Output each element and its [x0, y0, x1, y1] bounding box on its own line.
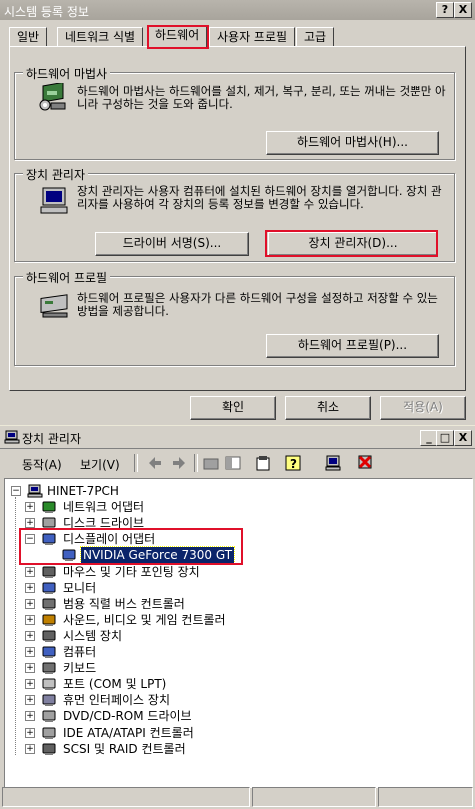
tree-item-label: 포트 (COM 및 LPT) [63, 677, 167, 692]
monitor-icon [41, 581, 57, 595]
computer-icon [27, 484, 43, 498]
tab-advanced[interactable]: 고급 [296, 27, 335, 47]
dvd-icon [41, 709, 57, 723]
tree-item-label: 키보드 [63, 661, 97, 676]
back-arrow-icon[interactable] [146, 454, 164, 472]
expand-toggle[interactable]: + [25, 647, 35, 657]
expand-toggle[interactable]: + [25, 679, 35, 690]
hardware-profile-button[interactable]: 하드웨어 프로필(P)... [266, 334, 439, 358]
properties-icon[interactable] [254, 454, 272, 472]
title-bar: 시스템 등록 정보 ? X [0, 0, 475, 20]
expand-toggle[interactable]: + [25, 566, 35, 577]
group-label: 하드웨어 프로필 [23, 269, 111, 286]
port-icon [41, 677, 57, 691]
expand-toggle[interactable]: + [25, 711, 35, 722]
tree-root-label: HINET-7PCH [47, 484, 119, 498]
expand-toggle[interactable]: + [25, 598, 35, 609]
profile-description: 하드웨어 프로필은 사용자가 다른 하드웨어 구성을 설정하고 저장할 수 있는… [77, 291, 438, 318]
driver-signing-button[interactable]: 드라이버 서명(S)... [95, 232, 249, 256]
tab-user-profiles[interactable]: 사용자 프로필 [209, 27, 296, 47]
group-hardware-profile: 하드웨어 프로필 하드웨어 프로필은 사용자가 다른 하드웨어 구성을 설정하고… [14, 269, 455, 366]
device-manager-window: 장치 관리자 _ □ X 동작(A) 보기(V) ? − HINET-7PCH + 네… [0, 426, 475, 809]
device-tree[interactable]: − HINET-7PCH + 네트워크 어댑터 + 디스크 드라이브 − 디스플레이 어댑터 N… [4, 478, 473, 788]
status-bar-pane [378, 787, 473, 807]
tree-line [15, 497, 16, 755]
hardware-profile-icon [40, 294, 68, 318]
highlight-device-manager-button [265, 230, 438, 257]
computer-icon [41, 645, 57, 659]
toolbar-separator [134, 454, 138, 472]
tree-item-label: 마우스 및 기타 포인팅 장치 [63, 564, 200, 579]
tab-network[interactable]: 네트워크 식별 [57, 27, 144, 47]
window-title: 시스템 등록 정보 [4, 5, 89, 19]
expand-toggle[interactable]: + [25, 663, 35, 674]
mouse-icon [41, 565, 57, 579]
status-bar-pane [2, 787, 250, 807]
title-bar: 장치 관리자 _ □ X [0, 426, 475, 448]
tree-item-label: SCSI 및 RAID 컨트롤러 [63, 741, 186, 756]
expand-toggle[interactable]: + [25, 582, 35, 593]
menu-view[interactable]: 보기(V) [80, 456, 120, 473]
keyboard-icon [41, 661, 57, 675]
network-adapter-icon [41, 500, 57, 514]
expand-toggle[interactable]: + [25, 695, 35, 706]
toolbar-separator [194, 454, 198, 472]
expand-toggle[interactable]: + [25, 614, 35, 625]
device-manager-icon [4, 430, 20, 444]
tree-item-label: DVD/CD-ROM 드라이브 [63, 709, 192, 724]
highlight-display-adapter [19, 528, 243, 566]
scsi-icon [41, 742, 57, 756]
help-icon[interactable]: ? [284, 454, 302, 472]
tree-item-label: 모니터 [63, 580, 97, 595]
highlight-hardware-tab [147, 25, 209, 49]
tab-general[interactable]: 일반 [9, 27, 48, 47]
tree-item-label: 휴먼 인터페이스 장치 [63, 693, 170, 708]
show-hide-tree-icon[interactable] [224, 454, 242, 472]
uninstall-icon[interactable] [356, 454, 374, 472]
up-folder-icon[interactable] [202, 454, 220, 472]
system-device-icon [41, 629, 57, 643]
usb-icon [41, 597, 57, 611]
menu-action[interactable]: 동작(A) [22, 456, 62, 473]
ide-controller-icon [41, 726, 57, 740]
expand-toggle[interactable]: + [25, 630, 35, 641]
expand-toggle[interactable]: + [25, 502, 35, 513]
group-hardware-wizard: 하드웨어 마법사 하드웨어 마법사는 하드웨어를 설치, 제거, 복구, 분리,… [14, 65, 455, 160]
tree-item-label: IDE ATA/ATAPI 컨트롤러 [63, 725, 194, 740]
devmgr-description: 장치 관리자는 사용자 컴퓨터에 설치된 하드웨어 장치를 열거합니다. 장치 … [77, 184, 442, 211]
apply-button[interactable]: 적용(A) [380, 396, 466, 420]
ok-button[interactable]: 확인 [190, 396, 276, 420]
computer-icon [40, 187, 68, 214]
system-properties-dialog: 시스템 등록 정보 ? X 일반 네트워크 식별 하드웨어 사용자 프로필 고급… [0, 0, 475, 425]
maximize-button[interactable]: □ [436, 430, 454, 446]
status-bar-pane [252, 787, 376, 807]
close-button[interactable]: X [454, 2, 472, 18]
divider [0, 448, 475, 449]
group-label: 하드웨어 마법사 [23, 65, 111, 82]
wizard-description: 하드웨어 마법사는 하드웨어를 설치, 제거, 복구, 분리, 또는 꺼내는 것… [77, 84, 446, 111]
hardware-wizard-button[interactable]: 하드웨어 마법사(H)... [266, 131, 439, 155]
cancel-button[interactable]: 취소 [285, 396, 371, 420]
expand-toggle[interactable]: + [25, 743, 35, 754]
svg-text:?: ? [290, 457, 297, 471]
help-button[interactable]: ? [436, 2, 454, 18]
group-label: 장치 관리자 [23, 166, 89, 183]
expand-toggle[interactable]: + [25, 727, 35, 738]
tree-item-label: 컴퓨터 [63, 645, 97, 659]
expand-toggle[interactable]: + [25, 518, 35, 529]
tree-item-label: 네트워크 어댑터 [63, 500, 145, 515]
tree-item-label: 사운드, 비디오 및 게임 컨트롤러 [63, 612, 226, 627]
window-title: 장치 관리자 [22, 432, 82, 446]
hardware-wizard-icon [39, 83, 66, 111]
tree-item-label: 범용 직렬 버스 컨트롤러 [63, 596, 185, 611]
collapse-toggle[interactable]: − [11, 486, 21, 496]
close-button[interactable]: X [454, 430, 472, 446]
sound-icon [41, 613, 57, 627]
hid-icon [41, 693, 57, 707]
forward-arrow-icon[interactable] [170, 454, 188, 472]
scan-hardware-icon[interactable] [324, 454, 342, 472]
tree-item-label: 시스템 장치 [63, 628, 123, 643]
